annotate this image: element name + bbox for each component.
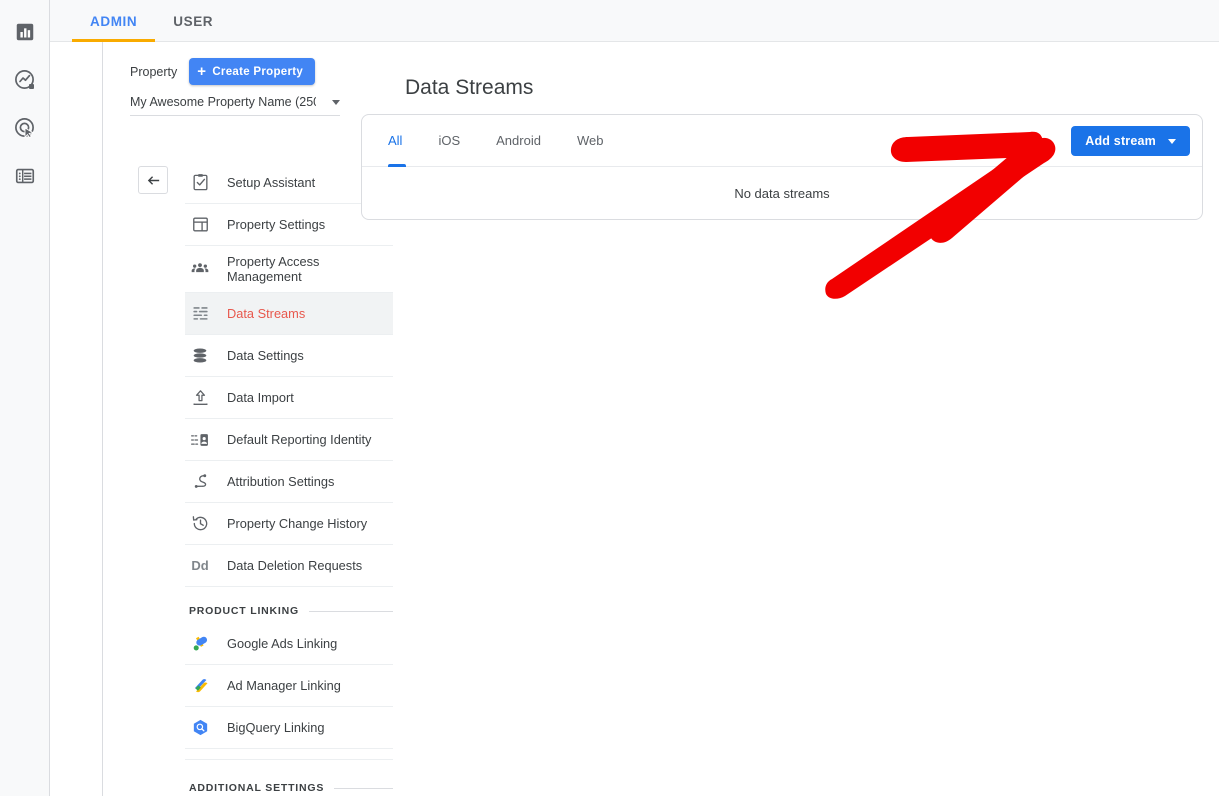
sidebar-item-ad-manager-linking[interactable]: Ad Manager Linking: [185, 665, 393, 707]
tab-web-label: Web: [577, 133, 604, 148]
back-arrow-icon: [145, 172, 162, 189]
data-streams-card: All iOS Android Web Add stream: [361, 114, 1203, 220]
advertising-icon[interactable]: [5, 108, 45, 148]
sidebar-item-property-change-history[interactable]: Property Change History: [185, 503, 393, 545]
sidebar-item-google-ads-linking[interactable]: Google Ads Linking: [185, 623, 393, 665]
sidebar-item-label: Default Reporting Identity: [227, 432, 371, 447]
empty-state-message: No data streams: [734, 186, 829, 201]
sidebar-item-property-access-management[interactable]: Property Access Management: [185, 246, 393, 293]
tab-user-label: USER: [173, 14, 213, 29]
admin-sidebar: Property + Create Property My Awesome Pr…: [50, 42, 405, 796]
admin-menu-list: Setup Assistant Property Settings: [185, 162, 393, 796]
sidebar-item-data-settings[interactable]: Data Settings: [185, 335, 393, 377]
upload-icon: [189, 388, 211, 407]
sidebar-item-label: Property Access Management: [227, 254, 385, 284]
page-title: Data Streams: [405, 76, 533, 100]
tab-web[interactable]: Web: [559, 115, 622, 167]
sidebar-item-label: Property Settings: [227, 217, 325, 232]
property-settings-icon: [189, 215, 211, 234]
database-icon: [189, 346, 211, 366]
people-icon: [189, 259, 211, 279]
sidebar-item-data-import[interactable]: Data Import: [185, 377, 393, 419]
ga-admin-screen: ADMIN USER Property + Create Property My…: [0, 0, 1219, 796]
google-ads-icon: [189, 634, 211, 653]
sidebar-item-label: Google Ads Linking: [227, 636, 337, 651]
divider: [334, 788, 393, 789]
divider: [309, 611, 393, 612]
top-tab-bar: ADMIN USER: [50, 0, 1219, 42]
add-stream-label: Add stream: [1085, 134, 1156, 148]
group-additional-settings: ADDITIONAL SETTINGS: [185, 760, 393, 796]
tab-android-label: Android: [496, 133, 541, 148]
sidebar-item-label: Property Change History: [227, 516, 367, 531]
data-streams-icon: [189, 304, 211, 323]
history-icon: [189, 514, 211, 533]
group-product-linking: PRODUCT LINKING: [185, 587, 393, 623]
reports-icon[interactable]: [5, 12, 45, 52]
setup-assistant-icon: [189, 173, 211, 192]
group-product-linking-label: PRODUCT LINKING: [189, 605, 299, 617]
sidebar-item-attribution-settings[interactable]: Attribution Settings: [185, 461, 393, 503]
sidebar-item-label: Attribution Settings: [227, 474, 334, 489]
property-label: Property: [130, 65, 177, 79]
data-streams-empty-state: No data streams: [362, 167, 1202, 219]
data-streams-card-header: All iOS Android Web Add stream: [362, 115, 1202, 167]
top-tab-list: ADMIN USER: [50, 0, 1219, 42]
sidebar-item-label: Data Deletion Requests: [227, 558, 362, 573]
plus-icon: +: [197, 64, 206, 79]
sidebar-item-default-reporting-identity[interactable]: Default Reporting Identity: [185, 419, 393, 461]
tab-admin[interactable]: ADMIN: [72, 0, 155, 42]
sidebar-item-data-streams[interactable]: Data Streams: [185, 293, 393, 335]
property-header: Property + Create Property My Awesome Pr…: [50, 42, 405, 116]
configure-icon[interactable]: [5, 156, 45, 196]
tab-android[interactable]: Android: [478, 115, 559, 167]
sidebar-item-label: BigQuery Linking: [227, 720, 324, 735]
sidebar-item-label: Data Streams: [227, 306, 305, 321]
property-selector-value: My Awesome Property Name (2508193…: [130, 95, 316, 109]
property-selector[interactable]: My Awesome Property Name (2508193…: [130, 95, 340, 116]
group-additional-settings-label: ADDITIONAL SETTINGS: [189, 782, 324, 794]
data-deletion-icon: Dd: [189, 558, 211, 573]
bigquery-icon: [189, 718, 211, 737]
add-stream-button[interactable]: Add stream: [1071, 126, 1190, 156]
create-property-button[interactable]: + Create Property: [189, 58, 315, 85]
tab-all[interactable]: All: [370, 115, 420, 167]
tab-ios-label: iOS: [438, 133, 460, 148]
tab-admin-label: ADMIN: [90, 14, 137, 29]
identity-icon: [189, 430, 211, 450]
chevron-down-icon: [1168, 139, 1176, 144]
sidebar-item-bigquery-linking[interactable]: BigQuery Linking: [185, 707, 393, 749]
property-row: Property + Create Property: [130, 58, 405, 85]
sidebar-item-data-deletion-requests[interactable]: Dd Data Deletion Requests: [185, 545, 393, 587]
tab-user[interactable]: USER: [155, 0, 231, 42]
left-icon-rail: [0, 0, 50, 796]
ad-manager-icon: [189, 676, 211, 695]
stream-type-tabs: All iOS Android Web: [370, 115, 621, 167]
sidebar-item-label: Ad Manager Linking: [227, 678, 341, 693]
sidebar-item-label: Setup Assistant: [227, 175, 315, 190]
tab-all-label: All: [388, 133, 402, 148]
sidebar-item-label: Data Import: [227, 390, 294, 405]
tab-ios[interactable]: iOS: [420, 115, 478, 167]
attribution-icon: [189, 472, 211, 491]
sidebar-item-label: Data Settings: [227, 348, 304, 363]
back-button[interactable]: [138, 166, 168, 194]
explore-icon[interactable]: [5, 60, 45, 100]
chevron-down-icon: [332, 100, 340, 105]
main-content: Data Streams All iOS Android Web: [405, 42, 1219, 796]
create-property-label: Create Property: [212, 66, 303, 78]
